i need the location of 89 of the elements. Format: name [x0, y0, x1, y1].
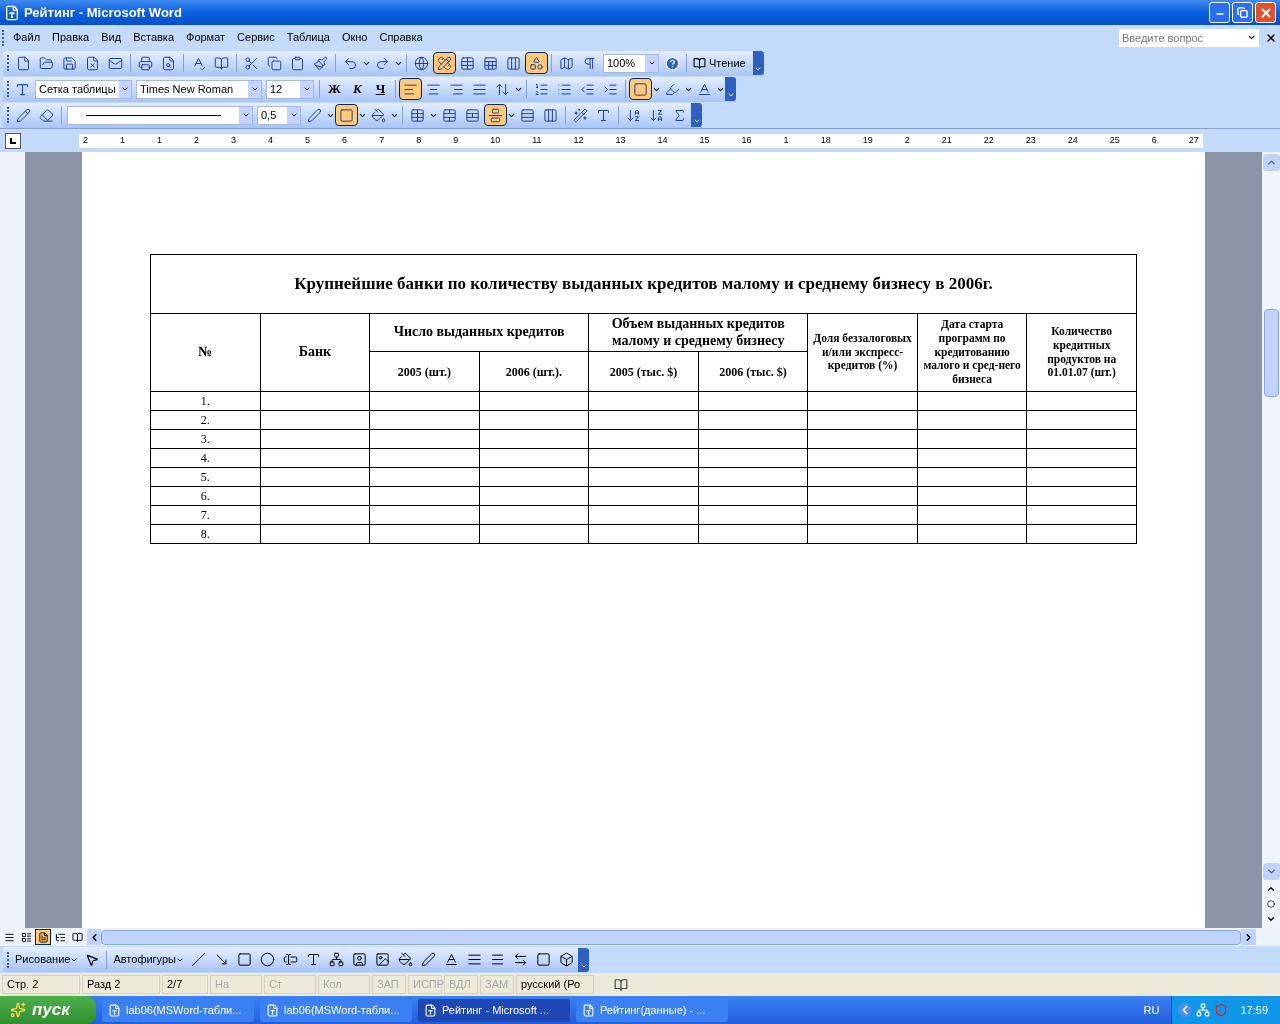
- font-style-button[interactable]: Ч: [369, 78, 392, 100]
- status-item: На: [210, 975, 262, 994]
- ruler-number: 9: [453, 136, 459, 145]
- column-header: Объем выданных кредитов малому и среднему бизнесу: [611, 315, 785, 348]
- ruler-number: 21: [941, 136, 952, 145]
- ruler-number: 12: [573, 136, 584, 145]
- taskbar-button[interactable]: Рейтинг(данные) - ...: [576, 998, 728, 1022]
- drawing-menu[interactable]: Рисование: [12, 951, 82, 968]
- status-item: Разд 2: [82, 975, 160, 994]
- status-item: Ст: [264, 975, 316, 994]
- column-header: 2006 (тыс. $): [719, 364, 787, 379]
- autoshapes-menu[interactable]: Автофигуры: [110, 951, 187, 968]
- column-header: Количество кредитных продуктов на 01.01.07 (шт.): [1047, 324, 1117, 379]
- ruler-number: 6: [342, 136, 348, 145]
- ruler-number: 19: [862, 136, 873, 145]
- column-header: Дата старта программ по кредитованию малого и сред-него бизнеса: [923, 318, 1021, 386]
- ruler-number: 6: [1151, 136, 1157, 145]
- column-header: Число выданных кредитов: [393, 324, 565, 340]
- ruler-number: 27: [1188, 136, 1199, 145]
- menu-item[interactable]: Окно: [335, 29, 374, 46]
- column-header: 2005 (тыс. $): [609, 364, 678, 379]
- language-indicator[interactable]: RU: [1143, 1001, 1160, 1019]
- style-field[interactable]: Сетка таблицы: [35, 79, 132, 99]
- ruler-number: 7: [379, 136, 385, 145]
- column-header: №: [198, 344, 213, 360]
- font-style-button[interactable]: К: [346, 78, 369, 100]
- ruler-number: 18: [820, 136, 831, 145]
- menu-item[interactable]: Таблица: [280, 29, 336, 46]
- column-header: Банк: [298, 344, 331, 360]
- ruler-number: 1: [157, 136, 163, 145]
- status-item: русский (Ро: [516, 975, 594, 994]
- ruler-number: 23: [1025, 136, 1036, 145]
- clock: 17:59: [1240, 1002, 1268, 1018]
- ruler-number: 3: [231, 136, 237, 145]
- column-header: Доля беззалоговых и/или экспресс-кредитов (%): [813, 331, 912, 372]
- reading-button[interactable]: Чтение: [690, 52, 749, 74]
- row-number: 6.: [200, 489, 210, 503]
- menu-item[interactable]: Вид: [95, 29, 128, 46]
- taskbar-button[interactable]: lab06(MSWord-табли...: [260, 998, 412, 1022]
- ruler-number: 13: [615, 136, 626, 145]
- ruler-number: 5: [305, 136, 311, 145]
- ruler-number: 11: [532, 136, 542, 145]
- ruler-number: 8: [416, 136, 422, 145]
- font-field[interactable]: Times New Roman: [136, 79, 262, 99]
- ruler-number: 22: [983, 136, 994, 145]
- ruler-number: 4: [268, 136, 274, 145]
- status-item: ЗАП: [372, 975, 406, 994]
- window-title: Рейтинг - Microsoft Word: [24, 3, 183, 22]
- status-item: Кол: [318, 975, 370, 994]
- zoom-field[interactable]: 100%: [603, 53, 659, 73]
- ruler-number: 25: [1109, 136, 1120, 145]
- ruler-number: 16: [741, 136, 752, 145]
- ruler-number: 24: [1067, 136, 1078, 145]
- row-number: 2.: [200, 413, 210, 427]
- row-number: 7.: [200, 508, 210, 522]
- ruler-number: 1: [783, 136, 789, 145]
- row-number: 5.: [200, 470, 210, 484]
- row-number: 3.: [200, 432, 210, 446]
- menu-item[interactable]: Правка: [46, 29, 96, 46]
- ruler-number: 2: [83, 136, 88, 145]
- ruler-number: 10: [490, 136, 501, 145]
- row-number: 4.: [200, 451, 210, 465]
- ruler-number: 15: [699, 136, 710, 145]
- status-item: 2/7: [162, 975, 208, 994]
- taskbar-button[interactable]: lab06(MSWord-табли...: [102, 998, 254, 1022]
- line-weight-field[interactable]: 0,5: [257, 105, 301, 125]
- table-title: Крупнейшие банки по количеству выданных кредитов малому и среднему бизнесу в 2006г.: [294, 274, 993, 294]
- menu-item[interactable]: Справка: [373, 29, 429, 46]
- status-item: ВДЛ: [444, 975, 478, 994]
- status-item: ЗАМ: [480, 975, 514, 994]
- horizontal-ruler[interactable]: 2 1 1 2 3 4 5 6 7 8 9 10 11 12 13 14 15 16 1 18 19 2 21 22 23 24 25 6 27: [79, 133, 1203, 148]
- status-item: Стр. 2: [2, 975, 80, 994]
- ruler-number: 1: [120, 136, 126, 145]
- row-number: 1.: [200, 394, 210, 408]
- font-style-button[interactable]: Ж: [323, 78, 346, 100]
- status-item: ИСПР: [408, 975, 442, 994]
- menu-item[interactable]: Файл: [7, 29, 47, 46]
- ruler-number: 14: [657, 136, 668, 145]
- menu-item[interactable]: Сервис: [231, 29, 281, 46]
- ruler-number: 2: [904, 136, 910, 145]
- column-header: 2005 (шт.): [397, 364, 451, 379]
- font-size-field[interactable]: 12: [266, 79, 314, 99]
- help-field[interactable]: Введите вопрос: [1119, 28, 1247, 47]
- taskbar-button[interactable]: Рейтинг - Microsoft ...: [418, 998, 570, 1022]
- ruler-number: 2: [194, 136, 200, 145]
- menu-item[interactable]: Вставка: [127, 29, 180, 46]
- column-header: 2006 (шт.).: [505, 364, 562, 379]
- menu-item[interactable]: Формат: [180, 29, 232, 46]
- row-number: 8.: [200, 527, 210, 541]
